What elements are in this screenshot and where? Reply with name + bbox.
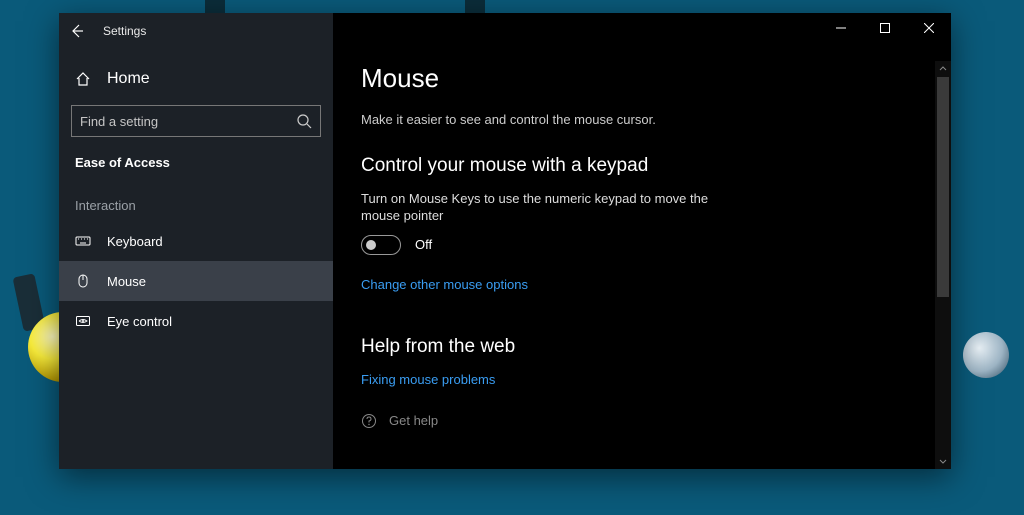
minimize-icon: [836, 23, 846, 33]
window-controls: [819, 13, 951, 43]
section-heading-keypad: Control your mouse with a keypad: [361, 155, 923, 177]
mouse-keys-toggle-row: Off: [361, 235, 923, 255]
toggle-knob: [366, 240, 376, 250]
toggle-state: Off: [415, 237, 432, 252]
back-button[interactable]: [59, 13, 95, 49]
mouse-icon: [75, 273, 91, 289]
mouse-keys-description: Turn on Mouse Keys to use the numeric ke…: [361, 191, 721, 225]
fixing-mouse-problems-link[interactable]: Fixing mouse problems: [361, 372, 495, 387]
chevron-down-icon: [939, 457, 947, 465]
section-heading-help: Help from the web: [361, 336, 923, 358]
get-help-row[interactable]: Get help: [361, 413, 923, 429]
sidebar-item-mouse[interactable]: Mouse: [59, 261, 333, 301]
sidebar-item-label: Eye control: [107, 314, 172, 329]
eye-control-icon: [75, 313, 91, 329]
sidebar-item-keyboard[interactable]: Keyboard: [59, 221, 333, 261]
window-title: Settings: [103, 24, 146, 38]
help-icon: [361, 413, 377, 429]
search-wrap: [59, 97, 333, 145]
main-content: Mouse Make it easier to see and control …: [333, 13, 951, 469]
minimize-button[interactable]: [819, 13, 863, 43]
home-label: Home: [107, 70, 150, 88]
keyboard-icon: [75, 233, 91, 249]
close-button[interactable]: [907, 13, 951, 43]
maximize-icon: [880, 23, 890, 33]
sidebar-item-label: Keyboard: [107, 234, 163, 249]
maximize-button[interactable]: [863, 13, 907, 43]
home-nav[interactable]: Home: [59, 61, 333, 97]
section-label: Ease of Access: [59, 145, 333, 170]
sidebar-item-label: Mouse: [107, 274, 146, 289]
get-help-label: Get help: [389, 413, 438, 428]
arrow-left-icon: [69, 23, 85, 39]
scroll-up-button[interactable]: [935, 61, 951, 77]
home-icon: [75, 71, 91, 87]
titlebar: Settings: [59, 13, 951, 49]
page-subtitle: Make it easier to see and control the mo…: [361, 112, 923, 127]
settings-window: Settings Home Ease of Access Interacti: [59, 13, 951, 469]
search-input[interactable]: [80, 114, 296, 129]
scroll-thumb[interactable]: [937, 77, 949, 297]
search-box[interactable]: [71, 105, 321, 137]
sidebar-item-eye-control[interactable]: Eye control: [59, 301, 333, 341]
mouse-keys-toggle[interactable]: [361, 235, 401, 255]
page-title: Mouse: [361, 63, 923, 94]
change-mouse-options-link[interactable]: Change other mouse options: [361, 277, 528, 292]
chevron-up-icon: [939, 65, 947, 73]
scroll-down-button[interactable]: [935, 453, 951, 469]
scrollbar[interactable]: [935, 61, 951, 469]
close-icon: [924, 23, 934, 33]
search-icon: [296, 113, 312, 129]
group-label: Interaction: [59, 170, 333, 221]
sidebar: Home Ease of Access Interaction Keyboard…: [59, 13, 333, 469]
